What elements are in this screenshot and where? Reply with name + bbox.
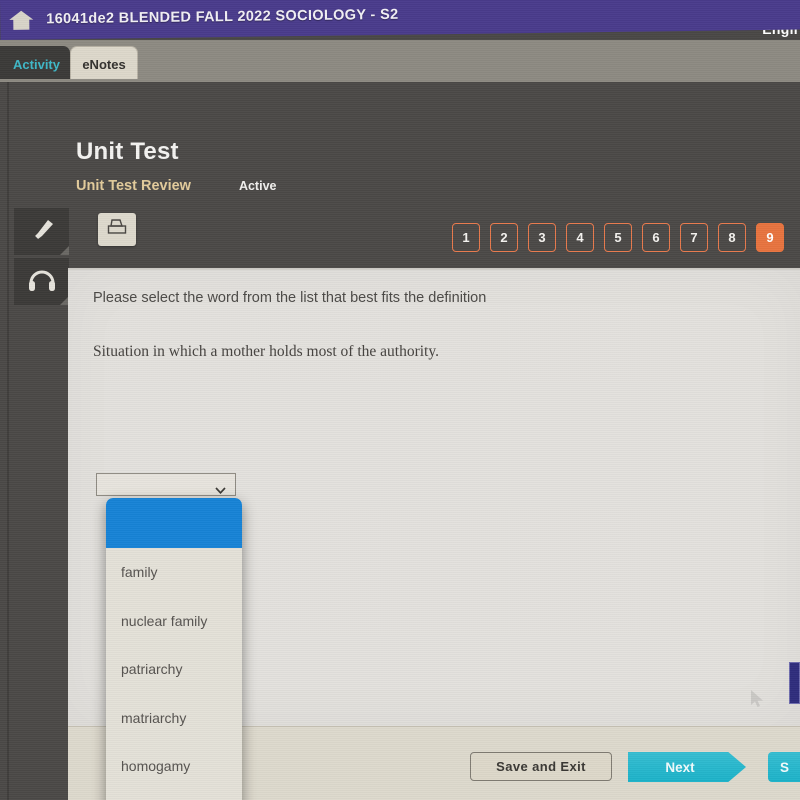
next-button[interactable]: Next <box>628 752 746 782</box>
submit-label: S <box>780 759 790 775</box>
dropdown-option-homogamy[interactable]: homogamy <box>106 742 242 791</box>
course-title: 16041de2 BLENDED FALL 2022 SOCIOLOGY - S… <box>46 6 399 28</box>
pager-item-3[interactable]: 3 <box>528 223 556 252</box>
tab-enotes[interactable]: eNotes <box>70 46 138 82</box>
assignment-header: Unit Test Unit Test Review Active <box>76 138 276 194</box>
tool-listen[interactable] <box>14 258 69 305</box>
page-title: Unit Test <box>76 138 179 165</box>
answer-select[interactable] <box>96 473 236 496</box>
pager-item-6[interactable]: 6 <box>642 223 670 252</box>
dropdown-option-matriarchy[interactable]: matriarchy <box>106 694 242 743</box>
question-definition: Situation in which a mother holds most o… <box>93 343 439 360</box>
answer-dropdown-list[interactable]: family nuclear family patriarchy matriar… <box>106 498 242 800</box>
pager-item-4[interactable]: 4 <box>566 223 594 252</box>
app-root: 16041de2 BLENDED FALL 2022 SOCIOLOGY - S… <box>0 0 800 800</box>
save-and-exit-label: Save and Exit <box>496 759 586 774</box>
pager-item-2[interactable]: 2 <box>490 223 518 252</box>
dropdown-option-nuclear-family[interactable]: nuclear family <box>106 597 242 646</box>
page-body: Unit Test Unit Test Review Active 1 2 3 … <box>0 78 800 800</box>
left-rail-divider <box>7 78 9 800</box>
tab-activity[interactable]: Activity <box>0 46 70 82</box>
submit-button[interactable]: S <box>768 752 800 782</box>
highlighter-icon <box>27 214 57 249</box>
save-and-exit-button[interactable]: Save and Exit <box>470 752 612 781</box>
tab-activity-label: Activity <box>13 56 60 72</box>
print-button[interactable] <box>98 213 136 246</box>
question-panel: Please select the word from the list tha… <box>68 268 800 800</box>
assignment-subtitle: Unit Test Review <box>76 178 191 194</box>
status-badge: Active <box>238 179 277 193</box>
dropdown-option-blank[interactable] <box>106 498 242 548</box>
course-header-bar: 16041de2 BLENDED FALL 2022 SOCIOLOGY - S… <box>0 0 800 40</box>
tool-highlighter[interactable] <box>14 208 69 255</box>
question-pager[interactable]: 1 2 3 4 5 6 7 8 9 <box>452 223 784 252</box>
mouse-cursor <box>750 690 766 708</box>
dropdown-option-heterogamy[interactable]: heterogamy <box>106 791 242 800</box>
tab-strip: Activity eNotes <box>0 40 800 82</box>
home-icon[interactable] <box>8 9 34 31</box>
answer-select-wrapper: family nuclear family patriarchy matriar… <box>96 473 242 800</box>
dropdown-option-patriarchy[interactable]: patriarchy <box>106 645 242 694</box>
pager-item-8[interactable]: 8 <box>718 223 746 252</box>
pager-item-5[interactable]: 5 <box>604 223 632 252</box>
vertical-scrollbar-thumb[interactable] <box>789 662 800 704</box>
next-label: Next <box>665 759 695 775</box>
pager-item-1[interactable]: 1 <box>452 223 480 252</box>
pager-item-7[interactable]: 7 <box>680 223 708 252</box>
printer-icon <box>106 217 128 242</box>
question-instruction: Please select the word from the list tha… <box>93 290 487 306</box>
chevron-down-icon <box>215 481 226 495</box>
headphones-icon <box>27 265 57 298</box>
pager-item-9[interactable]: 9 <box>756 223 784 252</box>
dropdown-option-family[interactable]: family <box>106 548 242 597</box>
tab-enotes-label: eNotes <box>82 57 126 72</box>
